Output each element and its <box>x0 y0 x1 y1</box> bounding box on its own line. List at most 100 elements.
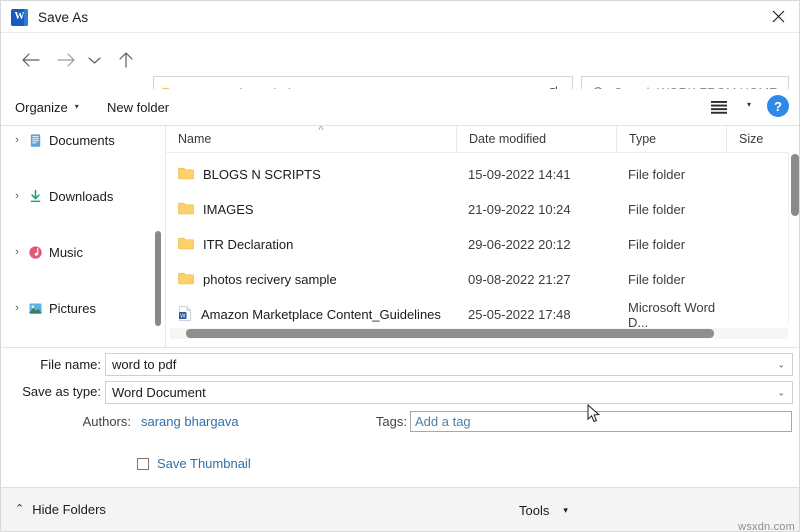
file-type-cell: File folder <box>628 202 686 217</box>
explorer-panes: › Documents › Downloads › Music › Pictur… <box>1 126 799 347</box>
table-row[interactable]: ITR Declaration 29-06-2022 20:12 File fo… <box>166 227 799 262</box>
new-folder-button[interactable]: New folder <box>107 96 169 118</box>
sidebar-item-label: Music <box>49 244 83 260</box>
organize-label: Organize <box>15 99 68 115</box>
tags-placeholder: Add a tag <box>415 414 471 429</box>
word-icon: W <box>11 8 28 26</box>
file-date-cell: 25-05-2022 17:48 <box>468 307 571 322</box>
tools-label: Tools <box>519 503 550 518</box>
chevron-down-icon[interactable]: ⌄ <box>777 388 785 397</box>
table-row[interactable]: BLOGS N SCRIPTS 15-09-2022 14:41 File fo… <box>166 157 799 192</box>
downloads-icon <box>25 189 45 204</box>
hide-folders-label: Hide Folders <box>32 502 106 517</box>
close-icon[interactable] <box>755 1 799 32</box>
navpane-scrollbar-thumb[interactable] <box>155 231 161 326</box>
hide-folders-button[interactable]: ⌃ Hide Folders <box>15 502 106 517</box>
folder-icon <box>178 272 194 288</box>
view-chevron-down-icon[interactable]: ▾ <box>747 101 751 109</box>
file-name-label: IMAGES <box>203 202 254 217</box>
chevron-down-icon: ▾ <box>563 505 568 515</box>
file-name-input[interactable]: word to pdf ⌄ <box>105 353 793 376</box>
column-header-size[interactable]: Size <box>726 126 796 152</box>
sidebar-item-downloads[interactable]: › Downloads <box>1 182 161 210</box>
title-bar: W Save As <box>1 1 799 33</box>
file-date-cell: 21-09-2022 10:24 <box>468 202 571 217</box>
watermark: wsxdn.com <box>738 521 795 532</box>
svg-text:W: W <box>180 313 186 319</box>
tools-button[interactable]: Tools ▾ <box>519 503 568 518</box>
file-type-cell: File folder <box>628 237 686 252</box>
column-header-size-label: Size <box>739 132 764 146</box>
file-list-vertical-scrollbar-thumb[interactable] <box>791 154 799 216</box>
tags-label: Tags: <box>375 414 407 429</box>
file-list-horizontal-scrollbar-thumb[interactable] <box>186 329 714 338</box>
sort-ascending-icon: ˄ <box>318 126 324 134</box>
file-date-cell: 09-08-2022 21:27 <box>468 272 571 287</box>
file-name-label: BLOGS N SCRIPTS <box>203 167 321 182</box>
sidebar-item-label: Downloads <box>49 188 114 204</box>
up-icon[interactable] <box>109 43 143 77</box>
folder-icon <box>178 167 194 183</box>
file-list-vertical-scrollbar[interactable] <box>788 152 799 322</box>
file-name-label: File name: <box>40 357 101 372</box>
tags-input[interactable]: Add a tag <box>410 411 792 432</box>
back-icon[interactable] <box>13 43 47 77</box>
file-name-label: photos recivery sample <box>203 272 337 287</box>
save-as-type-label: Save as type: <box>22 384 101 399</box>
music-icon <box>25 245 45 260</box>
column-header-date-label: Date modified <box>469 132 547 146</box>
file-date-cell: 15-09-2022 14:41 <box>468 167 571 182</box>
command-bar: Organize ▾ New folder ▾ ? <box>1 89 799 125</box>
word-doc-icon: W <box>178 305 192 324</box>
column-header-name[interactable]: Name ˄ <box>166 126 456 152</box>
chevron-right-icon[interactable]: › <box>9 246 25 258</box>
checkbox-box[interactable] <box>137 457 149 470</box>
sidebar-item-label: Pictures <box>49 300 96 316</box>
column-header-type-label: Type <box>629 132 657 146</box>
documents-icon <box>25 133 45 148</box>
pictures-icon <box>25 301 45 316</box>
file-type-cell: File folder <box>628 167 686 182</box>
file-type-cell: File folder <box>628 272 686 287</box>
help-label: ? <box>774 98 782 114</box>
table-row[interactable]: W Amazon Marketplace Content_Guidelines … <box>166 297 799 332</box>
save-thumbnail-checkbox[interactable]: Save Thumbnail <box>137 456 251 471</box>
chevron-right-icon[interactable]: › <box>9 190 25 202</box>
chevron-down-icon[interactable]: ⌄ <box>777 360 785 369</box>
recent-locations-chevron-down-icon[interactable] <box>81 43 107 77</box>
file-name-cell[interactable]: BLOGS N SCRIPTS <box>166 167 456 183</box>
window-title: Save As <box>38 9 89 25</box>
table-row[interactable]: IMAGES 21-09-2022 10:24 File folder <box>166 192 799 227</box>
file-list-horizontal-scrollbar[interactable] <box>170 328 788 339</box>
chevron-up-icon: ⌃ <box>15 503 25 515</box>
forward-icon[interactable] <box>49 43 83 77</box>
file-name-label: ITR Declaration <box>203 237 294 252</box>
help-button[interactable]: ? <box>767 95 789 117</box>
column-header-type[interactable]: Type <box>616 126 726 152</box>
column-header-name-label: Name <box>178 132 212 146</box>
file-name-cell[interactable]: W Amazon Marketplace Content_Guidelines <box>166 305 456 324</box>
file-name-cell[interactable]: photos recivery sample <box>166 272 456 288</box>
save-as-type-value: Word Document <box>112 385 206 400</box>
sidebar-item-pictures[interactable]: › Pictures <box>1 294 161 322</box>
chevron-right-icon[interactable]: › <box>9 134 25 146</box>
chevron-right-icon[interactable]: › <box>9 302 25 314</box>
new-folder-label: New folder <box>107 99 170 115</box>
organize-button[interactable]: Organize ▾ <box>15 96 79 118</box>
save-as-dialog: W Save As Organize ▾ New folder ▾ ? › Do… <box>0 0 800 532</box>
file-type-cell: Microsoft Word D... <box>628 299 716 330</box>
authors-value[interactable]: sarang bhargava <box>141 414 239 429</box>
file-name-cell[interactable]: ITR Declaration <box>166 237 456 253</box>
navigation-pane: › Documents › Downloads › Music › Pictur… <box>1 126 161 347</box>
sidebar-item-music[interactable]: › Music <box>1 238 161 266</box>
file-name-value: word to pdf <box>112 357 177 372</box>
view-layout-icon[interactable] <box>707 97 731 117</box>
sidebar-item-documents[interactable]: › Documents <box>1 126 161 154</box>
navpane-scrollbar[interactable] <box>153 126 161 347</box>
file-name-cell[interactable]: IMAGES <box>166 202 456 218</box>
chevron-down-icon: ▾ <box>74 102 79 111</box>
save-as-type-select[interactable]: Word Document ⌄ <box>105 381 793 404</box>
file-list: Name ˄ Date modified Type Size BLOGS N S… <box>166 126 799 347</box>
table-row[interactable]: photos recivery sample 09-08-2022 21:27 … <box>166 262 799 297</box>
column-header-date-modified[interactable]: Date modified <box>456 126 616 152</box>
